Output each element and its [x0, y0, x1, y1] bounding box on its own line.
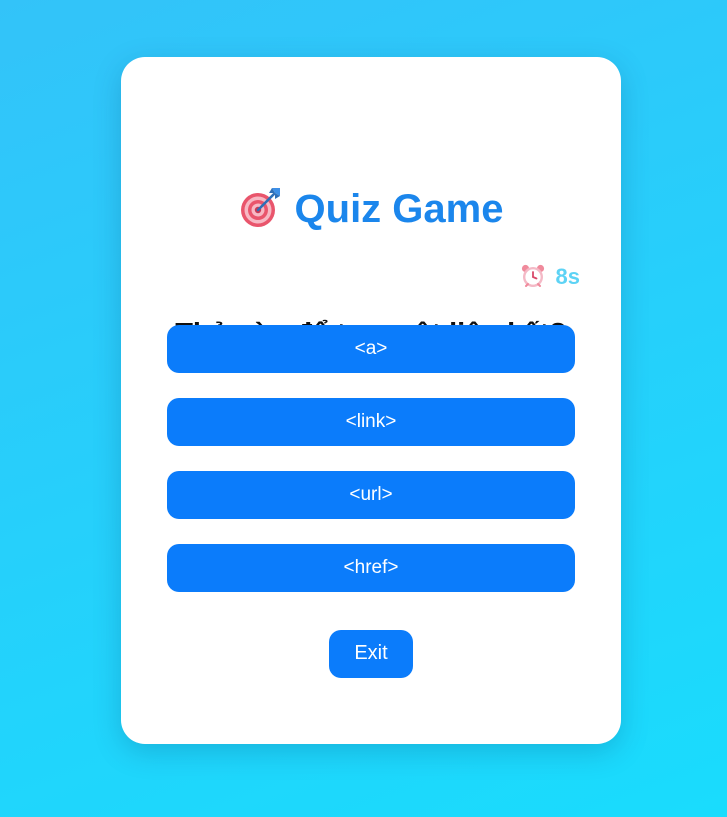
- alarm-clock-icon: [521, 265, 544, 288]
- quiz-title-text: Quiz Game: [294, 187, 504, 231]
- answer-option-a[interactable]: <a>: [167, 325, 575, 373]
- exit-button[interactable]: Exit: [329, 630, 413, 678]
- quiz-title: Quiz Game: [121, 185, 621, 233]
- answer-option-href[interactable]: <href>: [167, 544, 575, 592]
- dart-target-icon: [240, 188, 280, 228]
- quiz-card: Quiz Game 8s Thẻ nào để tạo một liên kết…: [121, 57, 621, 744]
- countdown-timer: 8s: [520, 263, 580, 291]
- answer-option-link[interactable]: <link>: [167, 398, 575, 446]
- timer-value: 8s: [555, 264, 580, 289]
- answer-option-url[interactable]: <url>: [167, 471, 575, 519]
